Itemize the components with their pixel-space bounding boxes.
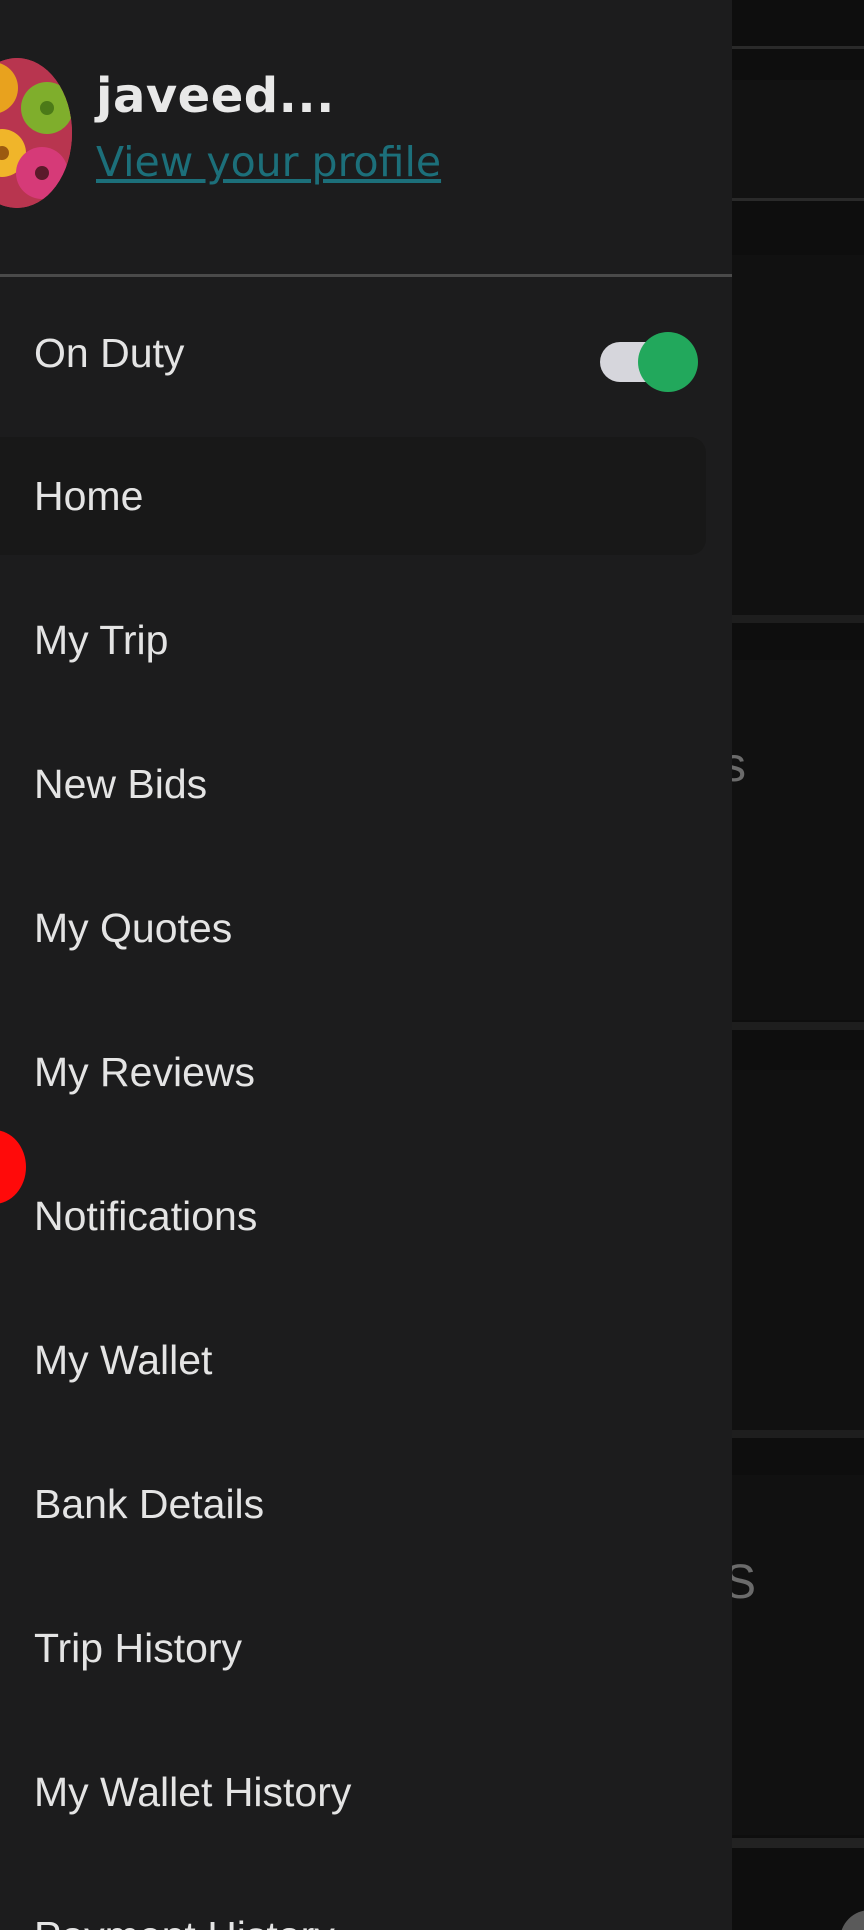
- bg-fab: [840, 1910, 864, 1930]
- on-duty-label: On Duty: [34, 329, 185, 376]
- bg-divider: [732, 1838, 864, 1848]
- menu-item-label: Bank Details: [34, 1480, 265, 1527]
- avatar[interactable]: [0, 58, 72, 208]
- menu-item-label: My Wallet: [34, 1336, 213, 1383]
- menu-item-new-bids[interactable]: New Bids: [0, 725, 706, 843]
- menu-item-label: My Quotes: [34, 904, 233, 951]
- menu-item-trip-history[interactable]: Trip History: [0, 1589, 706, 1707]
- flower-avatar-icon: [0, 58, 72, 208]
- bg-divider: [732, 198, 864, 201]
- bg-divider: [732, 1022, 864, 1030]
- menu-item-label: My Wallet History: [34, 1768, 352, 1815]
- header-divider: [0, 274, 732, 277]
- on-duty-toggle[interactable]: [600, 332, 700, 392]
- menu-item-home[interactable]: Home: [0, 437, 706, 555]
- screen: s S javeed... View your profile On Duty …: [0, 0, 864, 1930]
- bg-card: [732, 660, 864, 1020]
- view-profile-link[interactable]: View your profile: [96, 138, 441, 186]
- bg-divider: [732, 1430, 864, 1438]
- bg-card: [732, 1070, 864, 1430]
- menu-item-my-reviews[interactable]: My Reviews: [0, 1013, 706, 1131]
- menu-item-my-trip[interactable]: My Trip: [0, 581, 706, 699]
- menu-item-payment-history[interactable]: Payment History: [0, 1877, 706, 1930]
- bg-card: [732, 80, 864, 198]
- bg-card: [732, 255, 864, 615]
- menu-item-label: My Reviews: [34, 1048, 255, 1095]
- menu-item-my-wallet-history[interactable]: My Wallet History: [0, 1733, 706, 1851]
- menu-item-label: Payment History: [34, 1913, 335, 1930]
- bg-divider: [732, 615, 864, 623]
- user-name: javeed...: [96, 68, 335, 124]
- navigation-drawer: javeed... View your profile On Duty Home…: [0, 0, 732, 1930]
- bg-card: [732, 1475, 864, 1835]
- drawer-header[interactable]: javeed... View your profile: [0, 0, 732, 276]
- bg-divider: [732, 46, 864, 49]
- menu-item-label: Trip History: [34, 1624, 243, 1671]
- toggle-knob: [638, 332, 698, 392]
- menu-item-my-wallet[interactable]: My Wallet: [0, 1301, 706, 1419]
- menu-item-bank-details[interactable]: Bank Details: [0, 1445, 706, 1563]
- menu-item-my-quotes[interactable]: My Quotes: [0, 869, 706, 987]
- menu-item-label: Notifications: [34, 1192, 258, 1239]
- menu-item-notifications[interactable]: Notifications: [0, 1157, 706, 1275]
- menu-item-label: Home: [34, 472, 144, 519]
- menu-item-label: New Bids: [34, 760, 208, 807]
- menu-item-label: My Trip: [34, 616, 169, 663]
